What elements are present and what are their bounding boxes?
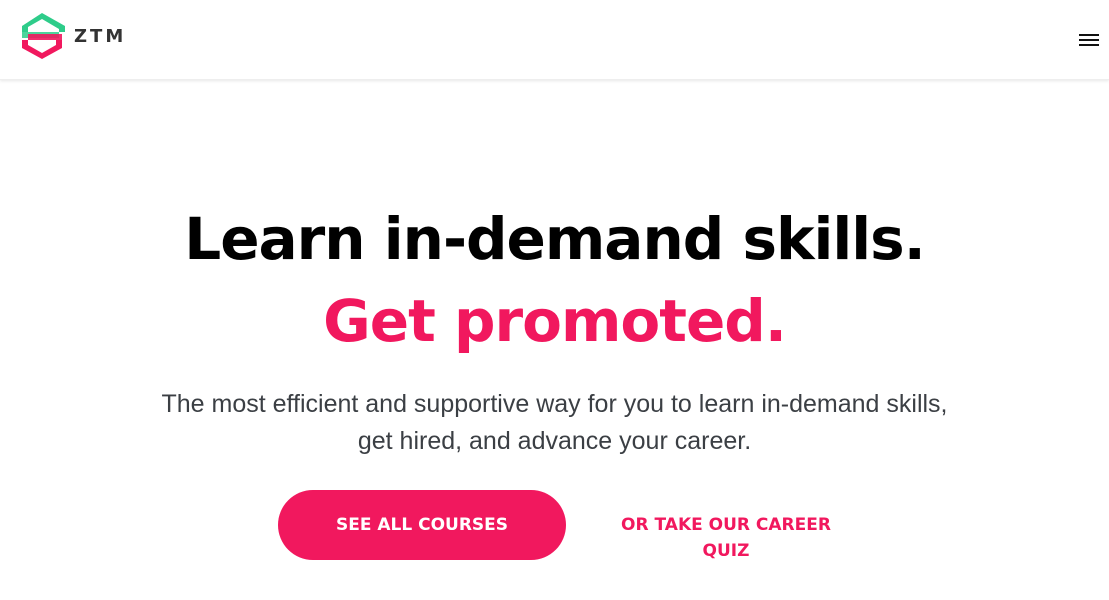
ztm-logo[interactable]: ZTM xyxy=(18,12,126,60)
logo-text: ZTM xyxy=(74,25,127,47)
menu-bar-top xyxy=(1079,34,1099,36)
hero-subtext-line-2: get hired, and advance your career. xyxy=(357,427,752,455)
menu-bar-middle xyxy=(1079,39,1099,41)
site-header: ZTM xyxy=(0,0,1109,80)
hero-section: Learn in-demand skills. Get promoted. Th… xyxy=(0,80,1109,600)
see-all-courses-button[interactable]: SEE ALL COURSES xyxy=(278,490,566,560)
career-quiz-link[interactable]: OR TAKE OUR CAREER QUIZ xyxy=(596,512,856,561)
ztm-logo-icon xyxy=(22,13,65,59)
hero-subtext: The most efficient and supportive way fo… xyxy=(0,386,1109,460)
menu-bar-bottom xyxy=(1079,44,1099,46)
hero-subtext-line-1: The most efficient and supportive way fo… xyxy=(161,390,948,418)
hero-headline-accent: Get promoted. xyxy=(323,287,787,355)
hamburger-menu-icon[interactable] xyxy=(1077,28,1101,52)
hero-headline: Learn in-demand skills. xyxy=(184,205,926,273)
